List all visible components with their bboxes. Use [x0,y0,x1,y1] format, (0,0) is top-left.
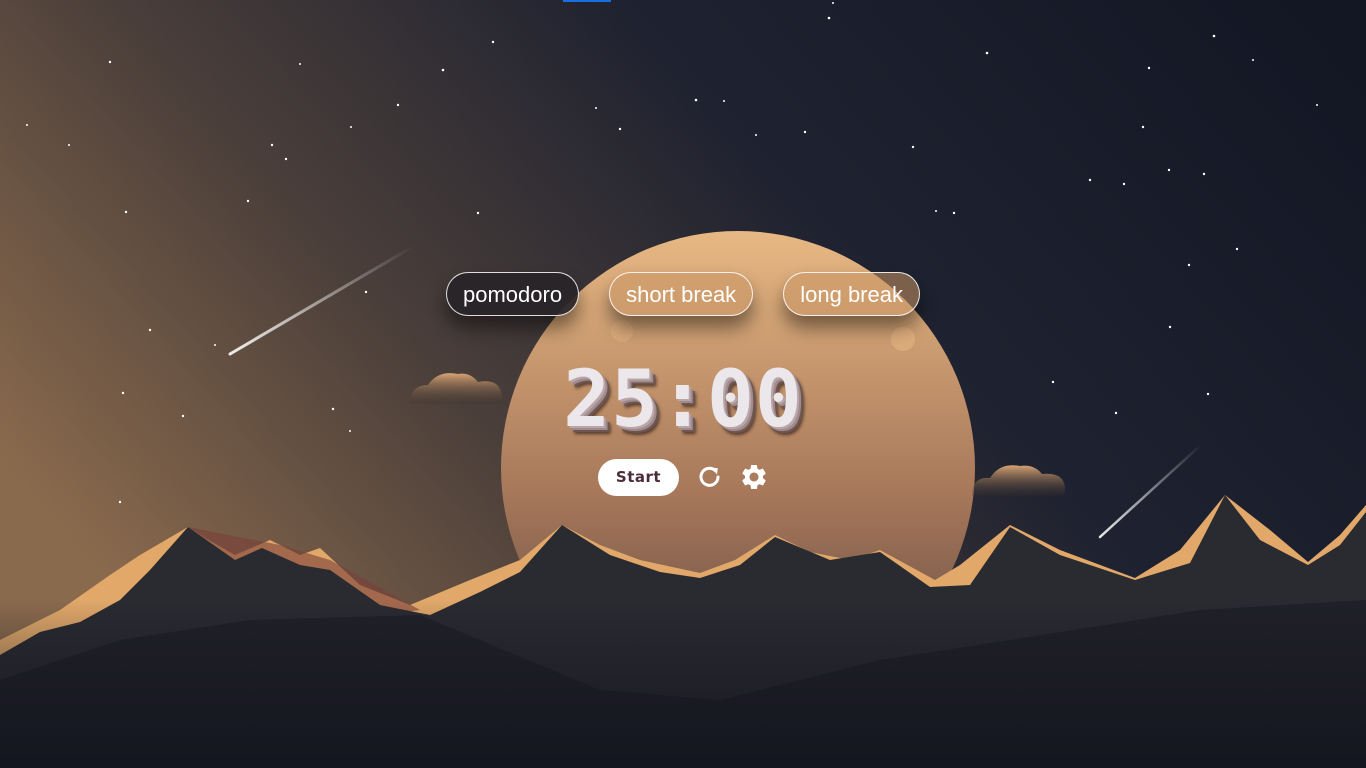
top-progress-indicator [563,0,611,2]
tab-short-break[interactable]: short break [609,272,754,316]
tab-pomodoro[interactable]: pomodoro [446,272,580,316]
reset-button[interactable] [694,461,726,493]
mode-tabs: pomodoro short break long break [446,272,920,318]
timer-controls: Start [598,458,770,496]
settings-button[interactable] [738,461,770,493]
timer-text: 25:00 [563,355,803,445]
reset-icon [699,466,720,487]
tab-long-break[interactable]: long break [783,272,920,316]
gear-icon [742,465,766,489]
pomodoro-scene: pomodoro short break long break 25:00 St… [0,0,1366,768]
start-button[interactable]: Start [598,458,679,496]
timer-display: 25:00 [503,350,863,450]
